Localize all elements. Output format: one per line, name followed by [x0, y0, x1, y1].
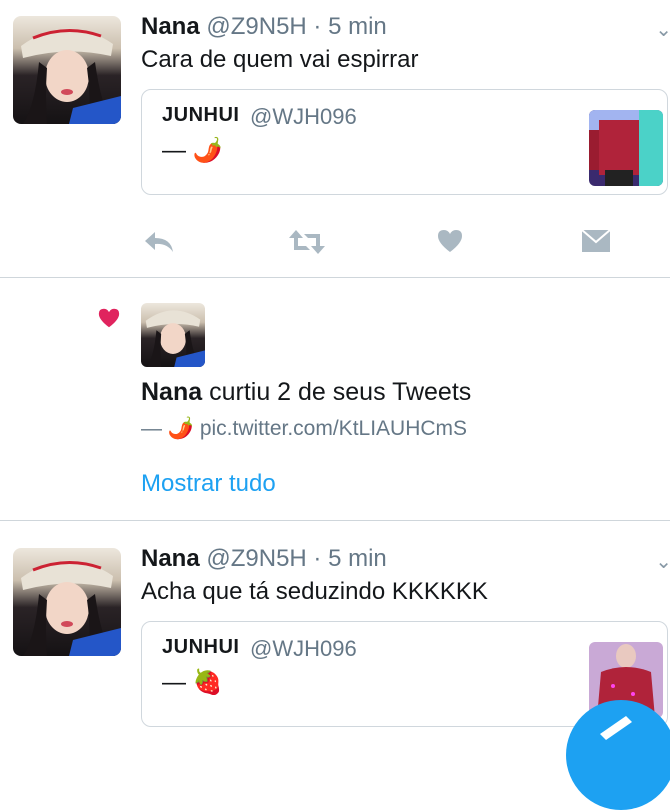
author-name[interactable]: Nana [141, 378, 202, 406]
avatar[interactable] [141, 303, 205, 367]
compose-button[interactable] [566, 700, 670, 810]
tweet-text: Cara de quem vai espirrar [141, 46, 419, 73]
compose-icon [596, 712, 636, 747]
like-icon[interactable] [436, 228, 464, 259]
tweet-text: Acha que tá seduzindo KKKKKK [141, 578, 488, 605]
quoted-text: — 🍓 [162, 669, 223, 696]
quoted-author-handle: @WJH096 [250, 104, 357, 129]
reply-icon[interactable] [143, 228, 175, 261]
notification-text: Nana curtiu 2 de seus Tweets [141, 378, 471, 407]
tweet-2[interactable]: Nana @Z9N5H · 5 min ⌄ Acha que tá seduzi… [0, 532, 670, 744]
author-name[interactable]: Nana [141, 545, 200, 572]
quoted-author-handle: @WJH096 [250, 636, 357, 661]
show-all-link[interactable]: Mostrar tudo [141, 470, 276, 498]
tweet-actions [141, 228, 641, 258]
quoted-author-name: JUNHUI [162, 636, 240, 658]
tweet-header: Nana @Z9N5H · 5 min ⌄ [141, 13, 670, 41]
dm-icon[interactable] [581, 228, 611, 259]
chevron-down-icon[interactable]: ⌄ [655, 549, 670, 574]
avatar[interactable] [13, 16, 121, 124]
timestamp[interactable]: · 5 min [313, 545, 386, 572]
quoted-tweet[interactable]: JUNHUI @WJH096 — 🌶️ [141, 89, 668, 195]
quoted-text: — 🌶️ [162, 137, 223, 164]
chevron-down-icon[interactable]: ⌄ [655, 17, 670, 42]
notification-action: curtiu 2 de seus Tweets [202, 378, 472, 406]
timestamp[interactable]: · 5 min [313, 13, 386, 40]
author-handle[interactable]: @Z9N5H [206, 545, 306, 572]
quoted-author-name: JUNHUI [162, 104, 240, 126]
divider [0, 520, 670, 521]
heart-icon [97, 307, 121, 334]
retweet-icon[interactable] [288, 228, 326, 261]
avatar[interactable] [13, 548, 121, 656]
quoted-thumbnail[interactable] [589, 110, 663, 186]
liked-tweet-preview[interactable]: — 🌶️ pic.twitter.com/KtLIAUHCmS [141, 417, 467, 441]
divider [0, 277, 670, 278]
tweet-header: Nana @Z9N5H · 5 min ⌄ [141, 545, 670, 573]
author-handle[interactable]: @Z9N5H [206, 13, 306, 40]
author-name[interactable]: Nana [141, 13, 200, 40]
